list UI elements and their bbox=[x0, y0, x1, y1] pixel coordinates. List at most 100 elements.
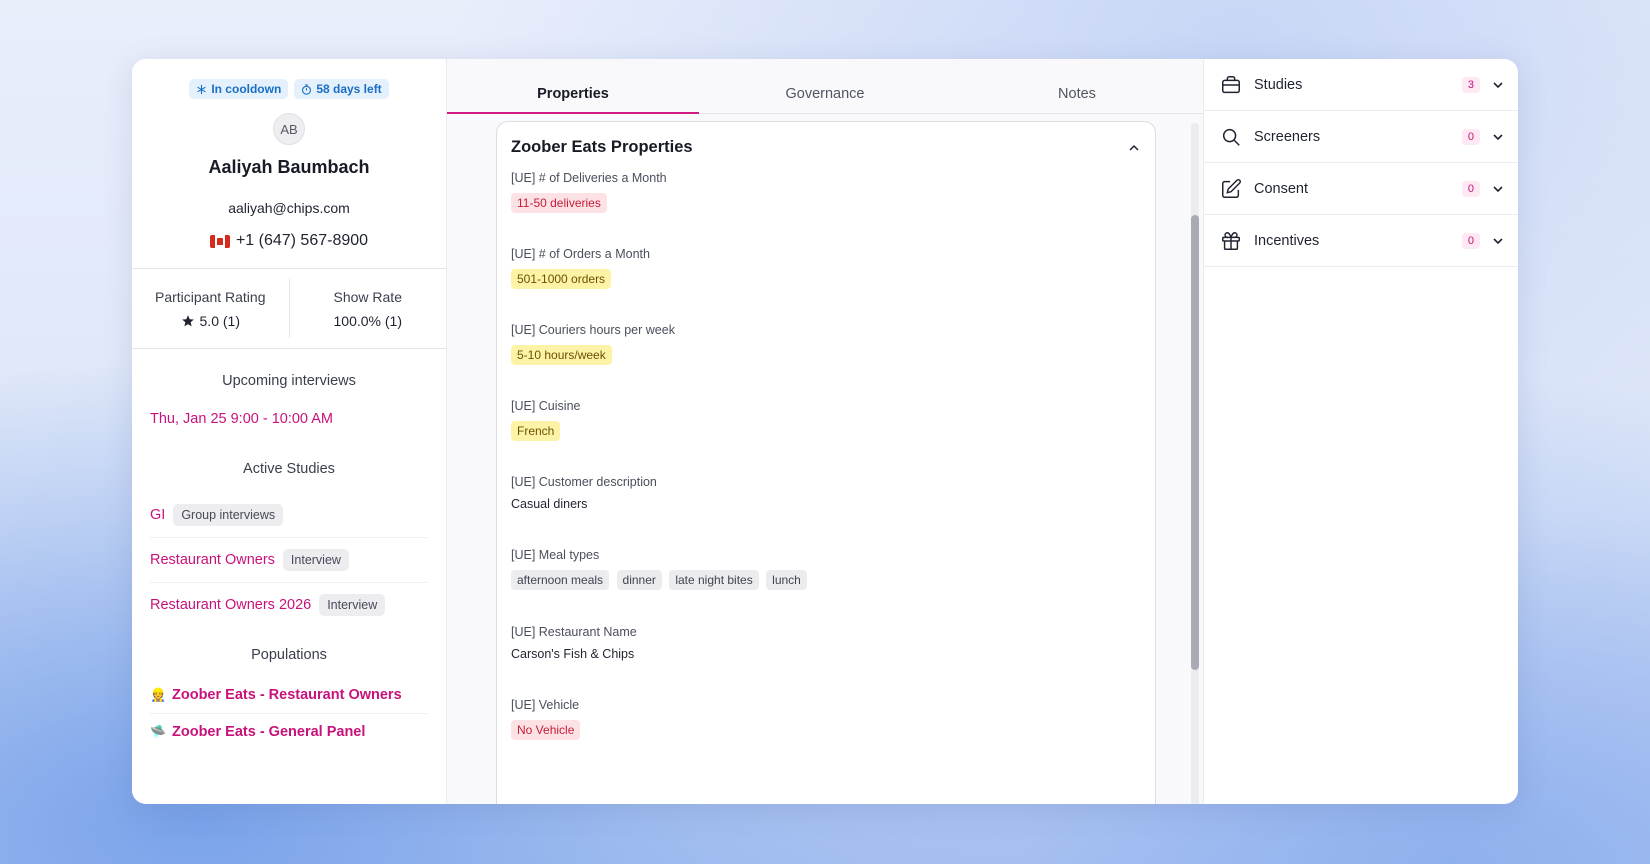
tab-properties[interactable]: Properties bbox=[447, 59, 699, 114]
property-tag: dinner bbox=[616, 570, 662, 590]
participant-stats: Participant Rating 5.0 (1) Show Rate 100… bbox=[132, 269, 446, 349]
gift-icon bbox=[1222, 231, 1240, 250]
study-type-chip: Interview bbox=[319, 594, 386, 616]
study-item[interactable]: Restaurant Owners 2026 Interview bbox=[150, 583, 428, 627]
tab-governance[interactable]: Governance bbox=[699, 59, 951, 113]
accordion-consent[interactable]: Consent 0 bbox=[1204, 163, 1518, 215]
property-item: [UE] Cuisine French bbox=[511, 399, 1141, 475]
tab-bar: Properties Governance Notes bbox=[447, 59, 1203, 114]
count-badge: 0 bbox=[1461, 128, 1480, 145]
study-name[interactable]: Restaurant Owners 2026 bbox=[150, 597, 311, 613]
count-badge: 3 bbox=[1461, 76, 1480, 93]
accordion-incentives[interactable]: Incentives 0 bbox=[1204, 215, 1518, 267]
chevron-down-icon[interactable] bbox=[1492, 235, 1504, 247]
property-label: [UE] Cuisine bbox=[511, 399, 581, 413]
participant-phone[interactable]: +1 (647) 567-8900 bbox=[150, 232, 428, 250]
active-studies-title: Active Studies bbox=[243, 461, 335, 477]
property-item: [UE] Restaurant Name Carson's Fish & Chi… bbox=[511, 625, 1141, 698]
days-left-label: 58 days left bbox=[316, 82, 382, 96]
star-icon bbox=[181, 314, 194, 326]
accordion-label: Consent bbox=[1254, 180, 1309, 197]
population-item[interactable]: 👷 Zoober Eats - Restaurant Owners bbox=[150, 677, 428, 714]
upcoming-section: Upcoming interviews Thu, Jan 25 9:00 - 1… bbox=[132, 349, 446, 427]
chevron-down-icon[interactable] bbox=[1492, 183, 1504, 195]
property-label: [UE] Vehicle bbox=[511, 698, 580, 712]
property-tag: afternoon meals bbox=[511, 570, 610, 590]
properties-title: Zoober Eats Properties bbox=[511, 138, 693, 156]
populations-title: Populations bbox=[251, 647, 327, 663]
chevron-down-icon[interactable] bbox=[1492, 131, 1504, 143]
snowflake-icon bbox=[197, 84, 207, 94]
days-left-badge: 58 days left bbox=[294, 79, 389, 99]
participant-name: Aaliyah Baumbach bbox=[208, 157, 370, 177]
study-item[interactable]: Restaurant Owners Interview bbox=[150, 538, 428, 583]
tab-notes[interactable]: Notes bbox=[951, 59, 1203, 113]
cooldown-label: In cooldown bbox=[211, 82, 282, 96]
property-item: [UE] Meal types afternoon meals dinner l… bbox=[511, 548, 1141, 625]
participant-rating: Participant Rating 5.0 (1) bbox=[132, 269, 289, 348]
active-studies-section: Active Studies GI Group interviews Resta… bbox=[132, 427, 446, 627]
search-icon bbox=[1222, 128, 1240, 146]
study-type-chip: Group interviews bbox=[173, 504, 284, 526]
accordion-screeners[interactable]: Screeners 0 bbox=[1204, 111, 1518, 163]
edit-icon bbox=[1222, 178, 1241, 198]
details-panel: Properties Governance Notes Zoober Eats … bbox=[447, 59, 1204, 804]
rating-value: 5.0 (1) bbox=[199, 312, 240, 329]
show-rate-label: Show Rate bbox=[333, 288, 402, 305]
accordion-label: Incentives bbox=[1254, 232, 1320, 249]
property-item: [UE] Customer description Casual diners bbox=[511, 475, 1141, 548]
study-item[interactable]: GI Group interviews bbox=[150, 493, 428, 538]
property-item: [UE] # of Orders a Month 501-1000 orders bbox=[511, 247, 1141, 323]
property-label: [UE] Customer description bbox=[511, 475, 657, 489]
rating-label: Participant Rating bbox=[154, 288, 266, 305]
study-name[interactable]: GI bbox=[150, 507, 165, 523]
study-name[interactable]: Restaurant Owners bbox=[150, 552, 275, 568]
show-rate-value: 100.0% (1) bbox=[333, 312, 402, 329]
study-type-chip: Interview bbox=[282, 549, 349, 571]
status-badges: In cooldown 58 days left bbox=[150, 79, 428, 99]
participant-card: In cooldown 58 days left AB Aaliyah Baum… bbox=[132, 59, 1518, 804]
accordion-label: Studies bbox=[1254, 76, 1303, 93]
timer-icon bbox=[302, 83, 312, 95]
population-item[interactable]: 🛸 Zoober Eats - General Panel bbox=[150, 714, 428, 750]
cooldown-badge: In cooldown bbox=[189, 79, 289, 99]
canada-flag-icon bbox=[209, 234, 230, 248]
property-label: [UE] Meal types bbox=[511, 548, 600, 562]
property-tag: No Vehicle bbox=[511, 720, 581, 740]
property-value: Casual diners bbox=[511, 497, 588, 511]
property-tag: late night bites bbox=[669, 570, 759, 590]
properties-header[interactable]: Zoober Eats Properties bbox=[511, 138, 1141, 157]
population-name[interactable]: Zoober Eats - General Panel bbox=[172, 724, 365, 740]
property-label: [UE] # of Orders a Month bbox=[511, 247, 650, 261]
property-label: [UE] Couriers hours per week bbox=[511, 323, 675, 337]
chevron-down-icon[interactable] bbox=[1492, 79, 1504, 91]
property-tag: lunch bbox=[766, 570, 807, 590]
populations-section: Populations 👷 Zoober Eats - Restaurant O… bbox=[132, 627, 446, 750]
profile-header: In cooldown 58 days left AB Aaliyah Baum… bbox=[132, 59, 446, 269]
property-label: [UE] Restaurant Name bbox=[511, 625, 637, 639]
property-tag: 501-1000 orders bbox=[511, 269, 612, 289]
show-rate: Show Rate 100.0% (1) bbox=[288, 279, 447, 338]
accordion-studies[interactable]: Studies 3 bbox=[1204, 59, 1518, 111]
population-name[interactable]: Zoober Eats - Restaurant Owners bbox=[172, 687, 402, 703]
construction-worker-icon: 👷 bbox=[150, 687, 167, 702]
accordion-label: Screeners bbox=[1254, 128, 1321, 145]
avatar: AB bbox=[273, 113, 305, 145]
property-label: [UE] # of Deliveries a Month bbox=[511, 171, 667, 185]
chevron-up-icon[interactable] bbox=[1127, 141, 1141, 155]
upcoming-interview-link[interactable]: Thu, Jan 25 9:00 - 10:00 AM bbox=[150, 411, 428, 427]
property-item: [UE] # of Deliveries a Month 11-50 deliv… bbox=[511, 171, 1141, 247]
property-tag: 11-50 deliveries bbox=[511, 193, 607, 213]
rating-value-row: 5.0 (1) bbox=[181, 313, 240, 329]
count-badge: 0 bbox=[1461, 232, 1480, 249]
properties-card: Zoober Eats Properties [UE] # of Deliver… bbox=[496, 121, 1156, 804]
property-value: Carson's Fish & Chips bbox=[511, 647, 635, 661]
flying-saucer-icon: 🛸 bbox=[150, 724, 167, 739]
property-item: [UE] Couriers hours per week 5-10 hours/… bbox=[511, 323, 1141, 399]
sidebar-accordion: Studies 3 Screeners 0 Consent 0 Incentiv… bbox=[1204, 59, 1518, 804]
scrollbar-thumb[interactable] bbox=[1191, 215, 1199, 670]
scrollbar[interactable] bbox=[1191, 123, 1199, 804]
properties-content: Zoober Eats Properties [UE] # of Deliver… bbox=[447, 114, 1203, 804]
upcoming-title: Upcoming interviews bbox=[222, 373, 356, 389]
participant-email[interactable]: aaliyah@chips.com bbox=[150, 200, 428, 216]
